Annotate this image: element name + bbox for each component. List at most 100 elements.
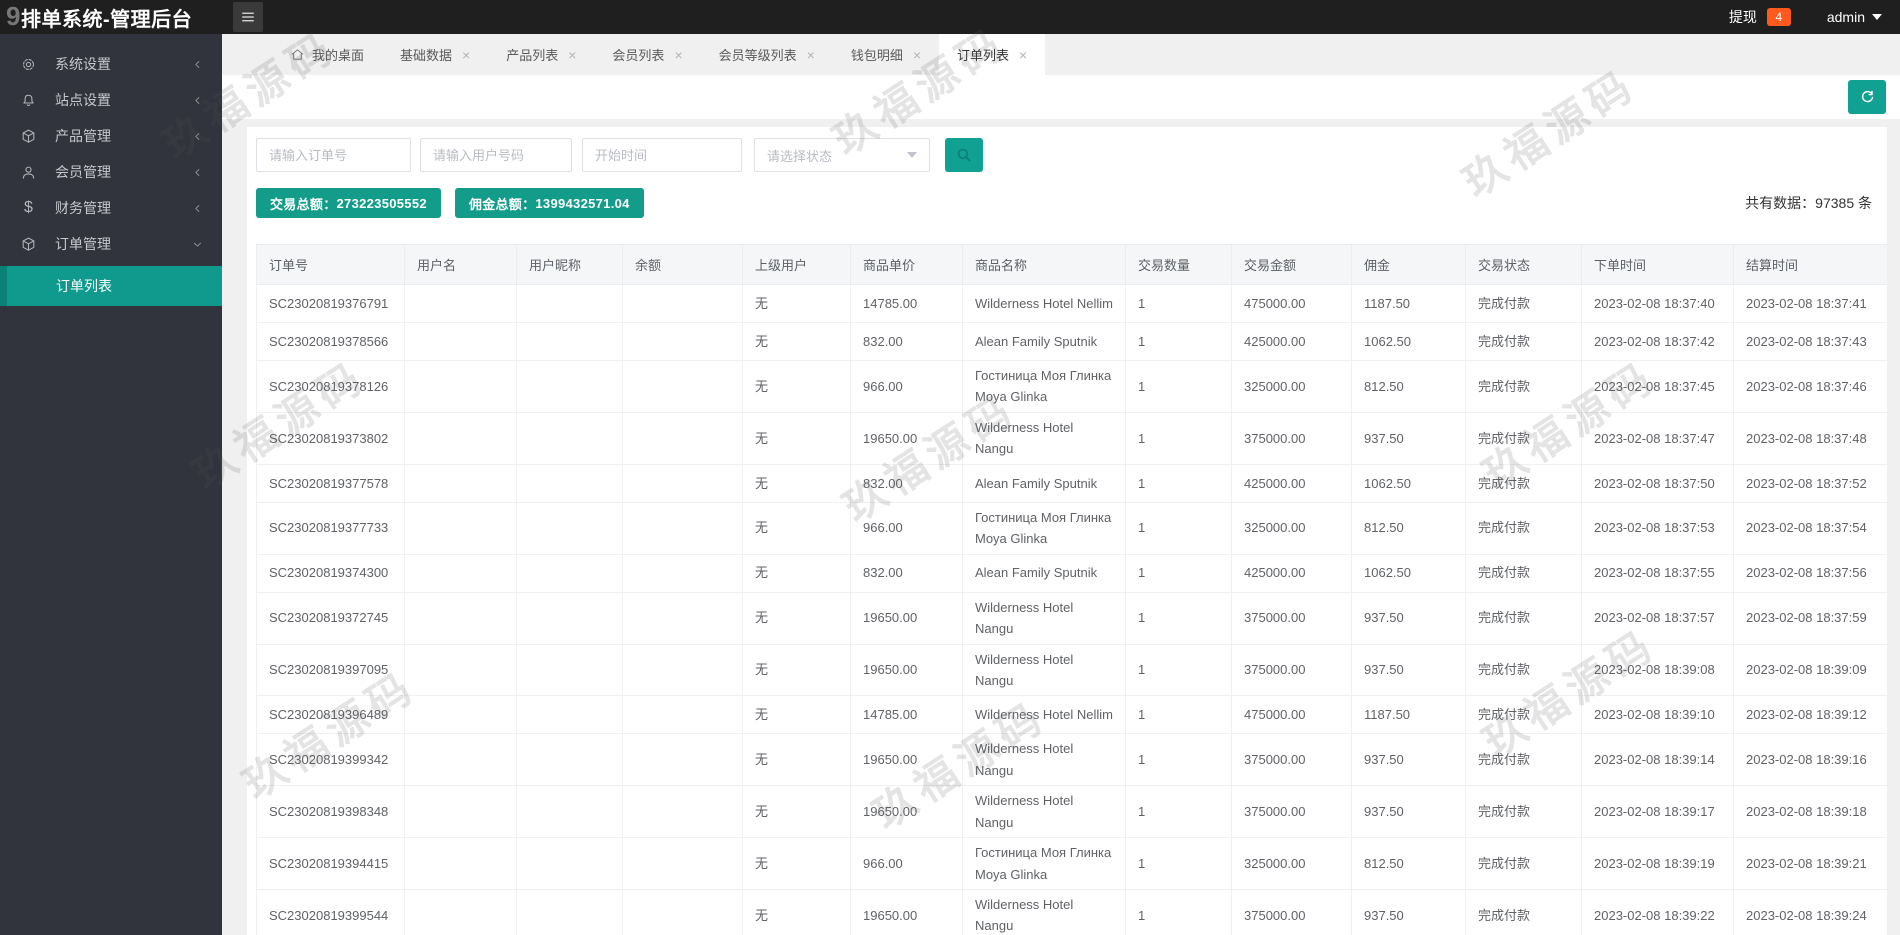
close-icon[interactable]: × bbox=[568, 48, 576, 62]
cell-commission: 1062.50 bbox=[1351, 463, 1466, 503]
withdraw-menu[interactable]: 提现 4 bbox=[1729, 7, 1791, 27]
tab-label: 产品列表 bbox=[506, 48, 559, 63]
cell-settle_time: 2023-02-08 18:37:43 bbox=[1733, 322, 1887, 361]
cell-commission: 937.50 bbox=[1351, 889, 1466, 935]
sidebar-item-3[interactable]: 会员管理 bbox=[0, 154, 222, 190]
cell-parent_user: 无 bbox=[742, 733, 851, 787]
cell-nickname bbox=[516, 785, 623, 839]
cell-quantity: 1 bbox=[1125, 284, 1232, 323]
cell-balance bbox=[622, 889, 743, 935]
header-commission: 佣金 bbox=[1351, 244, 1466, 285]
summary-row: 交易总额： 273223505552 佣金总额： 1399432571.04 共… bbox=[256, 188, 1878, 218]
cell-nickname bbox=[516, 733, 623, 787]
sidebar-item-1[interactable]: 站点设置 bbox=[0, 82, 222, 118]
search-button[interactable] bbox=[945, 138, 983, 172]
sidebar-item-label: 系统设置 bbox=[55, 56, 111, 72]
tab-label: 会员等级列表 bbox=[718, 48, 797, 63]
sidebar-toggle-button[interactable] bbox=[233, 2, 263, 32]
cell-balance bbox=[622, 837, 743, 890]
header-order_time: 下单时间 bbox=[1581, 244, 1734, 285]
cell-parent_user: 无 bbox=[742, 889, 851, 935]
cell-amount: 425000.00 bbox=[1231, 463, 1352, 503]
cell-commission: 812.50 bbox=[1351, 360, 1466, 413]
tab-1[interactable]: 基础数据 × bbox=[382, 34, 488, 75]
tab-2[interactable]: 产品列表 × bbox=[488, 34, 594, 75]
sidebar: 系统设置站点设置 产品管理 会员管理 $ 财务管理 订单管理订单列表 bbox=[0, 34, 222, 935]
close-icon[interactable]: × bbox=[807, 48, 815, 62]
cell-order_time: 2023-02-08 18:37:42 bbox=[1581, 322, 1734, 361]
header-product_name: 商品名称 bbox=[962, 244, 1126, 285]
sidebar-item-2[interactable]: 产品管理 bbox=[0, 118, 222, 154]
cell-order_no: SC23020819397095 bbox=[256, 643, 405, 697]
cell-nickname bbox=[516, 501, 623, 555]
cell-username bbox=[404, 695, 517, 735]
cell-unit_price: 14785.00 bbox=[850, 695, 963, 735]
cell-product_name: Wilderness Hotel Nellim bbox=[962, 284, 1126, 323]
cell-quantity: 1 bbox=[1125, 695, 1232, 735]
close-icon[interactable]: × bbox=[462, 48, 470, 62]
cell-parent_user: 无 bbox=[742, 643, 851, 697]
header-username: 用户名 bbox=[404, 244, 517, 285]
cell-quantity: 1 bbox=[1125, 785, 1232, 839]
cell-unit_price: 19650.00 bbox=[850, 733, 963, 787]
cell-order_time: 2023-02-08 18:37:47 bbox=[1581, 411, 1734, 465]
cell-status: 完成付款 bbox=[1465, 284, 1582, 323]
cell-unit_price: 966.00 bbox=[850, 837, 963, 890]
chevron-left-icon bbox=[191, 94, 204, 107]
cell-parent_user: 无 bbox=[742, 463, 851, 503]
cell-order_no: SC23020819373802 bbox=[256, 411, 405, 465]
cell-settle_time: 2023-02-08 18:39:18 bbox=[1733, 785, 1887, 839]
refresh-button[interactable] bbox=[1848, 80, 1886, 114]
sidebar-item-4[interactable]: $ 财务管理 bbox=[0, 190, 222, 226]
topbar-right: 提现 4 admin bbox=[1729, 7, 1900, 27]
user-no-input[interactable] bbox=[420, 138, 572, 172]
status-select[interactable]: 请选择状态 bbox=[754, 138, 930, 172]
sidebar-item-5[interactable]: 订单管理 bbox=[0, 226, 222, 262]
cell-product_name: Alean Family Sputnik bbox=[962, 463, 1126, 503]
cell-settle_time: 2023-02-08 18:37:56 bbox=[1733, 553, 1887, 593]
trade-total-label: 交易总额： bbox=[270, 196, 337, 212]
table-row: SC23020819377578 无 832.00 Alean Family Sput… bbox=[256, 463, 1887, 503]
start-time-input[interactable] bbox=[582, 138, 742, 172]
tab-4[interactable]: 会员等级列表 × bbox=[701, 34, 833, 75]
cell-balance bbox=[622, 695, 743, 735]
close-icon[interactable]: × bbox=[913, 48, 921, 62]
chevron-left-icon bbox=[191, 130, 204, 143]
tab-5[interactable]: 钱包明细 × bbox=[833, 34, 939, 75]
cell-balance bbox=[622, 785, 743, 839]
header-amount: 交易金额 bbox=[1231, 244, 1352, 285]
cell-parent_user: 无 bbox=[742, 785, 851, 839]
cube-icon bbox=[20, 236, 37, 253]
cell-product_name: Wilderness Hotel Nangu bbox=[962, 733, 1126, 787]
tab-3[interactable]: 会员列表 × bbox=[594, 34, 700, 75]
cell-balance bbox=[622, 733, 743, 787]
table-row: SC23020819372745 无 19650.00 Wilderness Hote… bbox=[256, 591, 1887, 645]
cell-nickname bbox=[516, 322, 623, 361]
header-status: 交易状态 bbox=[1465, 244, 1582, 285]
refresh-icon bbox=[1861, 90, 1873, 102]
trade-total-badge: 交易总额： 273223505552 bbox=[256, 188, 441, 218]
cell-parent_user: 无 bbox=[742, 553, 851, 593]
cell-unit_price: 14785.00 bbox=[850, 284, 963, 323]
sidebar-subitem-5-0[interactable]: 订单列表 bbox=[0, 266, 222, 306]
sidebar-item-0[interactable]: 系统设置 bbox=[0, 46, 222, 82]
close-icon[interactable]: × bbox=[1019, 48, 1027, 62]
cell-product_name: Wilderness Hotel Nangu bbox=[962, 591, 1126, 645]
table-row: SC23020819399342 无 19650.00 Wilderness Hote… bbox=[256, 733, 1887, 787]
cell-status: 完成付款 bbox=[1465, 695, 1582, 735]
cell-status: 完成付款 bbox=[1465, 643, 1582, 697]
cell-amount: 425000.00 bbox=[1231, 553, 1352, 593]
cell-order_time: 2023-02-08 18:39:19 bbox=[1581, 837, 1734, 890]
cell-balance bbox=[622, 360, 743, 413]
username: admin bbox=[1826, 9, 1865, 25]
tab-6[interactable]: 订单列表 × bbox=[939, 34, 1046, 75]
total-count-text: 共有数据：97385 条 bbox=[1745, 195, 1872, 211]
cell-amount: 325000.00 bbox=[1231, 501, 1352, 555]
cube-icon bbox=[20, 128, 37, 145]
order-no-input[interactable] bbox=[256, 138, 411, 172]
close-icon[interactable]: × bbox=[674, 48, 682, 62]
tab-0[interactable]: 我的桌面 bbox=[272, 34, 382, 75]
cell-settle_time: 2023-02-08 18:37:48 bbox=[1733, 411, 1887, 465]
user-menu[interactable]: admin bbox=[1827, 9, 1882, 25]
table-row: SC23020819373802 无 19650.00 Wilderness Hote… bbox=[256, 411, 1887, 465]
